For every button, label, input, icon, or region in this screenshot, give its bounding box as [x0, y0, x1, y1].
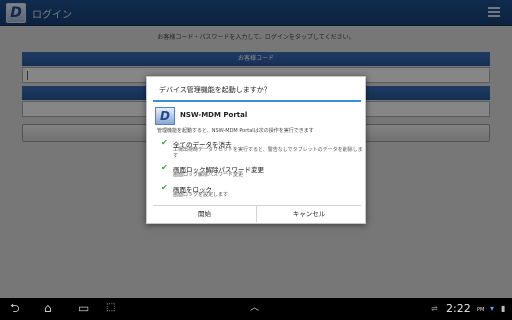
clock-time: 2:22 — [446, 302, 471, 315]
usb-icon: ⇌ — [431, 304, 438, 313]
dialog-button-bar: 開始 キャンセル — [153, 205, 361, 222]
cancel-button[interactable]: キャンセル — [257, 206, 361, 222]
permission-subtitle: 画面ロック解除パスワード変更 — [173, 172, 244, 178]
check-icon: ✔ — [161, 163, 168, 172]
activate-button[interactable]: 開始 — [153, 206, 257, 222]
home-icon[interactable]: ⌂ — [44, 302, 52, 314]
dialog-title: デバイス管理機能を起動しますか？ — [159, 86, 271, 94]
system-bar: ⮌ ⌂ ▭ ⬚ ︿ ⇌ 2:22 PM ▾ ▮ — [0, 298, 512, 320]
recent-apps-icon[interactable]: ▭ — [78, 302, 89, 314]
clock-ampm: PM — [477, 307, 485, 313]
wifi-icon: ▾ — [490, 304, 495, 313]
screenshot-icon[interactable]: ⬚ — [106, 302, 115, 314]
dialog-app-name: NSW-MDM Portal — [180, 111, 248, 119]
battery-icon: ▮ — [501, 304, 506, 313]
dialog-title-divider — [153, 100, 361, 102]
device-admin-dialog: デバイス管理機能を起動しますか？ D NSW-MDM Portal 管理機能を起… — [146, 76, 366, 224]
check-icon: ✔ — [161, 183, 168, 192]
up-chevron-icon[interactable]: ︿ — [250, 302, 259, 314]
app-icon: D — [155, 107, 175, 125]
back-icon[interactable]: ⮌ — [10, 302, 20, 314]
check-icon: ✔ — [161, 138, 168, 147]
permission-subtitle: 画面ロックを設定します — [173, 192, 229, 198]
dialog-description: 管理機能を起動すると、NSW-MDM Portalは次の操作を実行できます — [157, 128, 314, 134]
permission-subtitle: 工場出荷時データリセットを実行すると、警告なしでタブレットのデータを削除します — [173, 147, 363, 159]
